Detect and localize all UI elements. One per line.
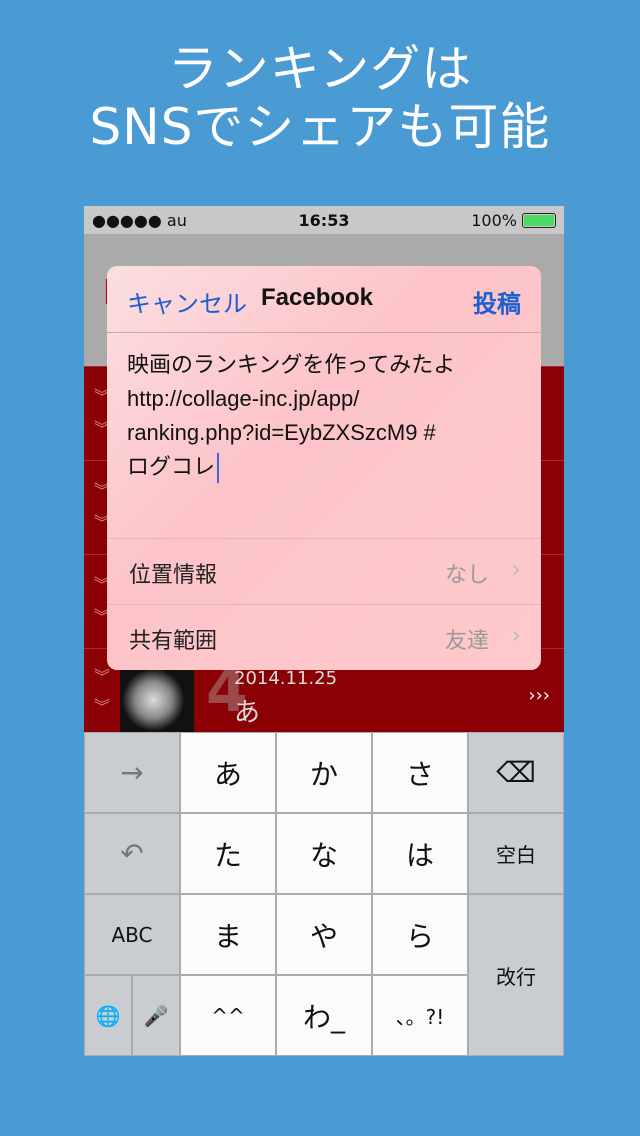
headline-line-2: SNSでシェアも可能 bbox=[89, 98, 551, 156]
headline-line-1: ランキングは bbox=[167, 40, 473, 98]
key-a[interactable]: あ bbox=[180, 732, 276, 813]
option-value: 友達 bbox=[444, 629, 489, 654]
sheet-header: キャンセル Facebook 投稿 bbox=[107, 266, 541, 333]
abc-key[interactable]: ABC bbox=[84, 894, 180, 975]
text-cursor bbox=[217, 453, 220, 484]
post-text-line: ranking.php?id=EybZXSzcM9 # bbox=[127, 420, 436, 445]
chevron-right-icon: › bbox=[511, 555, 521, 583]
key-ha[interactable]: は bbox=[372, 813, 468, 894]
audience-option[interactable]: 共有範囲 友達 › bbox=[107, 604, 541, 669]
chevron-icon: ︾ bbox=[94, 697, 111, 716]
return-key[interactable]: 改行 bbox=[468, 894, 564, 1056]
battery-icon bbox=[522, 213, 556, 228]
location-option[interactable]: 位置情報 なし › bbox=[107, 538, 541, 603]
row-date: 2014.11.25 bbox=[234, 668, 338, 689]
phone-screen: ●●●●● au 16:53 100% 映画 ︾ ︾ ︾ ︾ ︾ ︾ ︾ ︾ ›… bbox=[84, 206, 564, 1056]
status-right: 100% bbox=[471, 211, 556, 230]
option-label: 共有範囲 bbox=[129, 629, 218, 654]
facebook-share-sheet: キャンセル Facebook 投稿 映画のランキングを作ってみたよ http:/… bbox=[107, 266, 541, 670]
movie-thumbnail bbox=[120, 668, 194, 732]
backspace-icon[interactable]: ⌫ bbox=[468, 732, 564, 813]
japanese-keyboard: → あ か さ ⌫ ↶ た な は 空白 ABC ま や ら 改行 🌐 🎤 ^^… bbox=[84, 732, 564, 1056]
post-text-line: http://collage-inc.jp/app/ bbox=[127, 386, 360, 411]
row-arrow-icon: ››› bbox=[528, 685, 550, 706]
post-text-area[interactable]: 映画のランキングを作ってみたよ http://collage-inc.jp/ap… bbox=[127, 348, 527, 484]
key-ta[interactable]: た bbox=[180, 813, 276, 894]
post-text-line: 映画のランキングを作ってみたよ bbox=[127, 352, 456, 377]
emoticon-key[interactable]: ^^ bbox=[180, 975, 276, 1056]
post-button[interactable]: 投稿 bbox=[473, 284, 521, 319]
key-wa[interactable]: わ_ bbox=[276, 975, 372, 1056]
key-ya[interactable]: や bbox=[276, 894, 372, 975]
sheet-title: Facebook bbox=[261, 284, 374, 311]
status-bar: ●●●●● au 16:53 100% bbox=[84, 206, 564, 234]
post-text-line: ログコレ bbox=[127, 454, 216, 479]
post-text-line-last: ログコレ bbox=[127, 450, 527, 484]
undo-icon[interactable]: ↶ bbox=[84, 813, 180, 894]
option-value: なし bbox=[444, 563, 489, 588]
row-title: あ bbox=[234, 698, 261, 728]
cancel-button[interactable]: キャンセル bbox=[127, 284, 247, 319]
chevron-icon: ︾ bbox=[94, 667, 111, 686]
key-sa[interactable]: さ bbox=[372, 732, 468, 813]
key-ka[interactable]: か bbox=[276, 732, 372, 813]
arrow-right-key[interactable]: → bbox=[84, 732, 180, 813]
key-ra[interactable]: ら bbox=[372, 894, 468, 975]
chevron-right-icon: › bbox=[511, 621, 521, 649]
option-label: 位置情報 bbox=[129, 563, 218, 588]
space-key[interactable]: 空白 bbox=[468, 813, 564, 894]
punctuation-key[interactable]: 、。?! bbox=[372, 975, 468, 1056]
globe-icon[interactable]: 🌐 bbox=[84, 975, 132, 1056]
microphone-icon[interactable]: 🎤 bbox=[132, 975, 180, 1056]
key-na[interactable]: な bbox=[276, 813, 372, 894]
promo-headline: ランキングは SNSでシェアも可能 bbox=[0, 40, 640, 156]
key-ma[interactable]: ま bbox=[180, 894, 276, 975]
battery-percent: 100% bbox=[471, 211, 517, 230]
